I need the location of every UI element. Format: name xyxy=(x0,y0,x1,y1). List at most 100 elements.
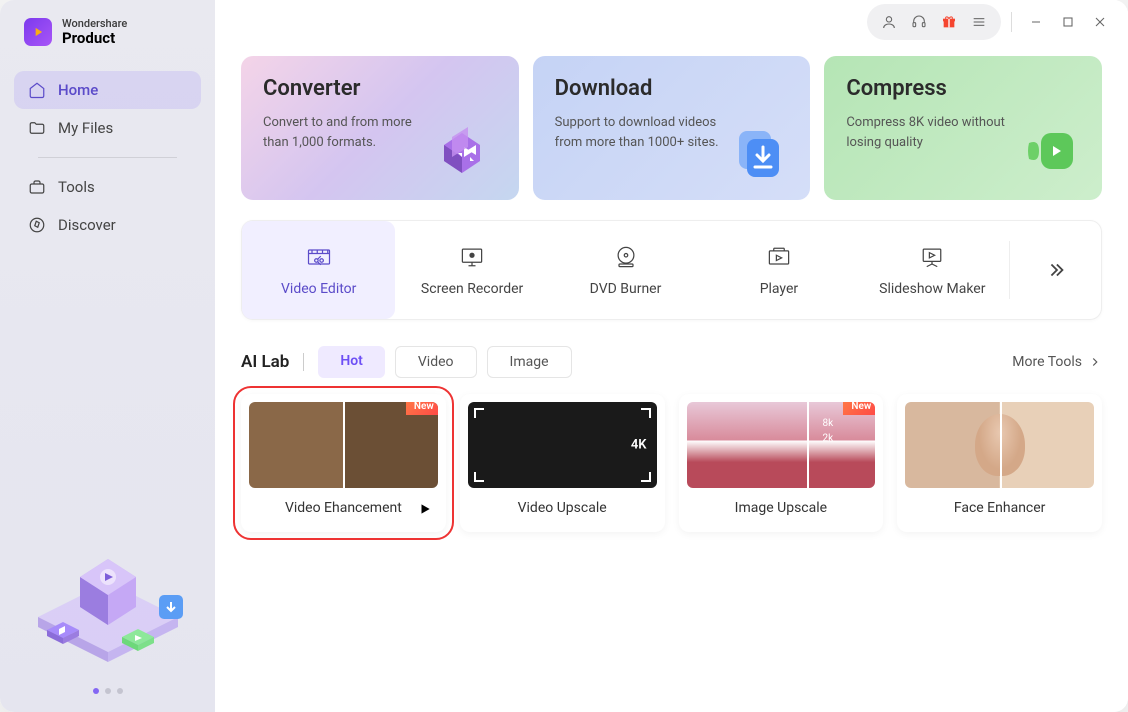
gift-button[interactable] xyxy=(935,8,963,36)
sidebar-pager[interactable] xyxy=(0,688,215,694)
card-title-video-enhancement: Video Ehancement xyxy=(285,500,402,516)
tool-slideshow[interactable]: Slideshow Maker xyxy=(856,221,1009,319)
user-icon xyxy=(881,14,897,30)
sidebar-item-tools[interactable]: Tools xyxy=(14,168,201,206)
tools-more-button[interactable] xyxy=(1009,241,1101,300)
hero-title-converter: Converter xyxy=(263,76,497,101)
card-title-face-enhancer: Face Enhancer xyxy=(954,500,1046,516)
nav-divider xyxy=(38,157,177,158)
converter-icon xyxy=(433,116,503,186)
tool-label-player: Player xyxy=(760,281,798,297)
brand-text: Wondershare Product xyxy=(62,18,127,47)
pager-dot-1[interactable] xyxy=(93,688,99,694)
chevron-double-right-icon xyxy=(1045,259,1067,281)
dvd-icon xyxy=(612,243,640,271)
gift-icon xyxy=(941,14,957,30)
minimize-button[interactable] xyxy=(1022,8,1050,36)
tool-label-dvd-burner: DVD Burner xyxy=(590,281,662,297)
ailab-tab-hot[interactable]: Hot xyxy=(318,346,385,378)
toolbox-icon xyxy=(28,178,46,196)
tool-dvd-burner[interactable]: DVD Burner xyxy=(549,221,702,319)
tool-screen-recorder[interactable]: Screen Recorder xyxy=(395,221,548,319)
resolution-labels: 8k 2k xyxy=(823,416,834,446)
headset-icon xyxy=(911,14,927,30)
titlebar-separator xyxy=(1011,12,1012,32)
label-4k: 4K xyxy=(631,438,647,453)
hero-desc-converter: Convert to and from more than 1,000 form… xyxy=(263,113,433,152)
sidebar-item-home[interactable]: Home xyxy=(14,71,201,109)
thumb-video-enhancement: New xyxy=(249,402,438,488)
main-area: Converter Convert to and from more than … xyxy=(215,0,1128,712)
tool-label-slideshow: Slideshow Maker xyxy=(879,281,985,297)
tools-strip: Video Editor Screen Recorder DVD Burner … xyxy=(241,220,1102,320)
brand-bottom: Product xyxy=(62,30,127,47)
chevron-right-icon xyxy=(1088,355,1102,369)
brand-logo-icon xyxy=(24,18,52,46)
ailab-tabs: Hot Video Image xyxy=(318,346,571,378)
close-icon xyxy=(1092,14,1108,30)
more-tools-label: More Tools xyxy=(1012,354,1082,370)
card-title-image-upscale: Image Upscale xyxy=(735,500,827,516)
maximize-button[interactable] xyxy=(1054,8,1082,36)
hero-card-download[interactable]: Download Support to download videos from… xyxy=(533,56,811,200)
ailab-tab-image[interactable]: Image xyxy=(487,346,572,378)
play-indicator-icon xyxy=(418,501,432,520)
brand: Wondershare Product xyxy=(0,18,215,71)
hero-card-compress[interactable]: Compress Compress 8K video without losin… xyxy=(824,56,1102,200)
card-face-enhancer[interactable]: Face Enhancer xyxy=(897,394,1102,532)
ailab-header: AI Lab Hot Video Image More Tools xyxy=(241,346,1102,378)
home-icon xyxy=(28,81,46,99)
sidebar-illustration xyxy=(0,522,215,672)
hero-title-compress: Compress xyxy=(846,76,1080,101)
sidebar-item-discover[interactable]: Discover xyxy=(14,206,201,244)
ailab-tab-video[interactable]: Video xyxy=(395,346,477,378)
thumb-face-enhancer xyxy=(905,402,1094,488)
badge-new: New xyxy=(406,402,438,415)
slideshow-icon xyxy=(918,243,946,271)
app-window: Wondershare Product Home My Files Tools … xyxy=(0,0,1128,712)
screen-recorder-icon xyxy=(458,243,486,271)
hero-desc-download: Support to download videos from more tha… xyxy=(555,113,725,152)
ailab-separator xyxy=(303,353,304,371)
hero-card-converter[interactable]: Converter Convert to and from more than … xyxy=(241,56,519,200)
tool-label-video-editor: Video Editor xyxy=(281,281,356,297)
minimize-icon xyxy=(1028,14,1044,30)
video-editor-icon xyxy=(305,243,333,271)
thumb-video-upscale: 4K xyxy=(468,402,657,488)
hero-title-download: Download xyxy=(555,76,789,101)
compress-icon xyxy=(1016,116,1086,186)
download-icon xyxy=(724,116,794,186)
thumb-image-upscale: New 8k 2k xyxy=(687,402,876,488)
maximize-icon xyxy=(1060,14,1076,30)
cards-row: New Video Ehancement 4K Video Upscale Ne… xyxy=(241,394,1102,532)
sidebar-label-myfiles: My Files xyxy=(58,119,113,137)
tool-label-screen-recorder: Screen Recorder xyxy=(421,281,523,297)
menu-button[interactable] xyxy=(965,8,993,36)
card-image-upscale[interactable]: New 8k 2k Image Upscale xyxy=(679,394,884,532)
player-icon xyxy=(765,243,793,271)
compass-icon xyxy=(28,216,46,234)
pager-dot-2[interactable] xyxy=(105,688,111,694)
hero-desc-compress: Compress 8K video without losing quality xyxy=(846,113,1016,152)
ailab-title: AI Lab xyxy=(241,352,289,372)
titlebar xyxy=(215,0,1128,44)
card-video-enhancement[interactable]: New Video Ehancement xyxy=(241,394,446,532)
sidebar-label-home: Home xyxy=(58,81,98,99)
folder-icon xyxy=(28,119,46,137)
titlebar-group xyxy=(867,4,1001,40)
nav: Home My Files Tools Discover xyxy=(0,71,215,244)
tool-video-editor[interactable]: Video Editor xyxy=(242,221,395,319)
hero-row: Converter Convert to and from more than … xyxy=(241,56,1102,200)
card-video-upscale[interactable]: 4K Video Upscale xyxy=(460,394,665,532)
close-button[interactable] xyxy=(1086,8,1114,36)
card-title-video-upscale: Video Upscale xyxy=(518,500,607,516)
account-button[interactable] xyxy=(875,8,903,36)
tool-player[interactable]: Player xyxy=(702,221,855,319)
hamburger-icon xyxy=(971,14,987,30)
more-tools-link[interactable]: More Tools xyxy=(1012,354,1102,370)
support-button[interactable] xyxy=(905,8,933,36)
sidebar-label-discover: Discover xyxy=(58,216,116,234)
pager-dot-3[interactable] xyxy=(117,688,123,694)
sidebar-item-myfiles[interactable]: My Files xyxy=(14,109,201,147)
badge-new: New xyxy=(843,402,875,415)
